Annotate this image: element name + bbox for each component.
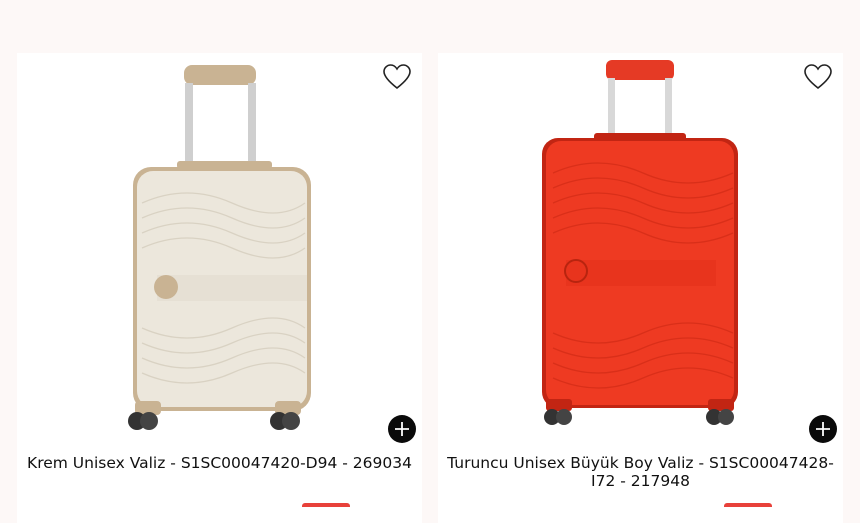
heart-outline-icon[interactable] — [382, 63, 412, 91]
product-title[interactable]: Krem Unisex Valiz - S1SC00047420-D94 - 2… — [17, 454, 422, 472]
product-card[interactable]: Turuncu Unisex Büyük Boy Valiz - S1SC000… — [438, 53, 843, 523]
heart-outline-icon[interactable] — [803, 63, 833, 91]
product-title[interactable]: Turuncu Unisex Büyük Boy Valiz - S1SC000… — [438, 454, 843, 490]
product-card[interactable]: Krem Unisex Valiz - S1SC00047420-D94 - 2… — [17, 53, 422, 523]
product-image[interactable] — [17, 53, 422, 443]
plus-icon[interactable] — [388, 415, 416, 443]
product-image[interactable] — [438, 53, 843, 443]
product-grid: Krem Unisex Valiz - S1SC00047420-D94 - 2… — [0, 0, 860, 523]
plus-icon[interactable] — [809, 415, 837, 443]
